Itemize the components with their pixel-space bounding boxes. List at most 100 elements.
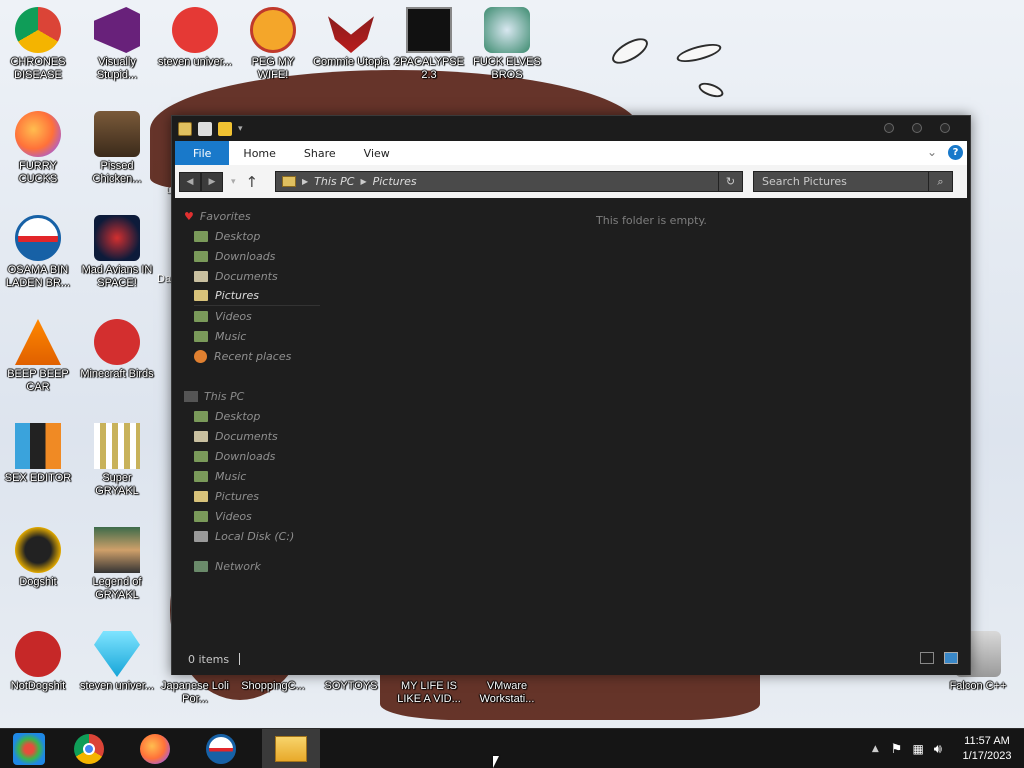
close-button[interactable] — [940, 123, 950, 133]
nav-item-desktop[interactable]: Desktop — [194, 406, 260, 426]
desktop-icon-label: ShoppingC... — [241, 680, 305, 692]
large-icons-view-icon[interactable] — [944, 652, 958, 664]
desktop-icon-item[interactable]: CHRONES DISEASE — [0, 6, 76, 82]
pictures-icon — [194, 490, 208, 502]
file-explorer-icon — [275, 736, 307, 762]
eagle-icon — [327, 6, 375, 54]
clock[interactable]: 11:57 AM 1/17/2023 — [950, 734, 1024, 764]
taskbar-firefox[interactable] — [126, 729, 184, 768]
clock-time: 11:57 AM — [964, 735, 1010, 747]
system-tray: ▲ ⚑ ▦ 🔊︎ 11:57 AM 1/17/2023 — [872, 729, 1024, 768]
desktop-icon-label: Pissed Chicken... — [92, 160, 142, 185]
forward-button[interactable]: ▶ — [201, 171, 223, 192]
nav-item-local-disk[interactable]: Local Disk (C:) — [194, 526, 294, 546]
desktop-icon-item[interactable]: Mad Avians IN SPACE! — [79, 214, 155, 290]
desktop-icon-item[interactable]: Legend of GRYAKL — [79, 526, 155, 602]
p-logo-icon — [249, 6, 297, 54]
minimize-button[interactable] — [884, 123, 894, 133]
nav-item-music[interactable]: Music — [194, 326, 246, 346]
desktop-icon-item[interactable]: Minecraft Birds — [79, 318, 155, 381]
desktop-icon-item[interactable]: Super GRYAKL — [79, 422, 155, 498]
customize-quick-access-icon[interactable]: ▾ — [238, 124, 243, 134]
desktop-icon-label: 2PACALYPSE 2.3 — [394, 56, 464, 81]
content-area: ♥ Favorites Desktop Downloads Documents … — [172, 200, 970, 643]
back-button[interactable]: ◀ — [179, 171, 201, 192]
desktop-icon-label: SEX EDITOR — [4, 472, 72, 484]
breadcrumb-this-pc[interactable]: This PC — [314, 175, 354, 188]
start-button[interactable] — [0, 729, 58, 768]
music-icon — [194, 470, 208, 482]
desktop-icon-item[interactable]: Dogshit — [0, 526, 76, 589]
tab-file[interactable]: File — [175, 141, 230, 165]
downloads-icon — [194, 450, 208, 462]
desktop-icon-item[interactable]: OSAMA BIN LADEN BR... — [0, 214, 76, 290]
desktop-icon-item[interactable]: steven univer... — [157, 6, 233, 69]
desktop-icon-label: FUCK ELVES BROS — [473, 56, 541, 81]
desktop-icon-item[interactable]: Visually Stupid... — [79, 6, 155, 82]
maximize-button[interactable] — [912, 123, 922, 133]
desktop-icon-label: steven univer... — [80, 680, 154, 692]
expand-ribbon-icon[interactable]: ⌄ — [927, 145, 937, 159]
refresh-icon[interactable]: ↻ — [718, 172, 742, 191]
downloads-icon — [194, 250, 208, 262]
nav-item-music[interactable]: Music — [194, 466, 246, 486]
chevron-right-icon[interactable]: ▶ — [360, 177, 366, 186]
nav-item-documents[interactable]: Documents — [194, 426, 278, 446]
desktop-icon-item[interactable]: FUCK ELVES BROS — [469, 6, 545, 82]
desktop-icon — [194, 410, 208, 422]
nav-network[interactable]: Network — [194, 556, 261, 576]
desktop-icon-item[interactable]: NotDogshit — [0, 630, 76, 693]
file-explorer-window[interactable]: ▾ File Home Share View ⌄ ? ◀ ▶ ▾ ↑ ▶ Thi… — [171, 115, 971, 675]
nav-item-pictures[interactable]: Pictures — [194, 286, 320, 306]
nav-item-videos[interactable]: Videos — [194, 506, 252, 526]
tab-share[interactable]: Share — [290, 141, 350, 165]
search-placeholder: Search Pictures — [762, 175, 847, 188]
taskbar-chrome[interactable] — [60, 729, 118, 768]
nav-this-pc[interactable]: This PC — [184, 386, 244, 406]
nav-item-videos[interactable]: Videos — [194, 306, 252, 326]
network-icon[interactable]: ▦ — [912, 742, 923, 756]
desktop-icon-item[interactable]: FURRY CUCKS — [0, 110, 76, 186]
partial-label: Da — [157, 273, 172, 285]
taskbar-file-explorer[interactable] — [262, 729, 320, 768]
nav-item-desktop[interactable]: Desktop — [194, 226, 260, 246]
tab-view[interactable]: View — [350, 141, 404, 165]
title-bar[interactable]: ▾ — [172, 116, 970, 141]
navigation-bar: ◀ ▶ ▾ ↑ ▶ This PC ▶ Pictures ↻ Search Pi… — [175, 165, 967, 198]
desktop-icon-item[interactable]: BEEP BEEP CAR — [0, 318, 76, 394]
volume-icon[interactable]: 🔊︎ — [934, 742, 942, 757]
desktop-icon-item[interactable]: steven univer... — [79, 630, 155, 693]
c-plus-plus-icon — [14, 526, 62, 574]
taskbar-obama-app[interactable] — [192, 729, 250, 768]
new-folder-icon[interactable] — [218, 121, 232, 136]
tab-home[interactable]: Home — [229, 141, 289, 165]
nav-item-recent-places[interactable]: Recent places — [194, 346, 291, 366]
up-arrow-icon[interactable]: ↑ — [246, 173, 259, 191]
action-center-flag-icon[interactable]: ⚑ — [891, 742, 903, 757]
search-input[interactable]: Search Pictures ⌕ — [753, 171, 953, 192]
properties-icon[interactable] — [198, 121, 212, 136]
nav-item-pictures[interactable]: Pictures — [194, 486, 259, 506]
desktop-icon-item[interactable]: 2PACALYPSE 2.3 — [391, 6, 467, 82]
desktop-icon-item[interactable]: PEG MY WIFE! — [235, 6, 311, 82]
address-bar[interactable]: ▶ This PC ▶ Pictures ↻ — [275, 171, 743, 192]
show-hidden-icons-icon[interactable]: ▲ — [872, 744, 879, 754]
recent-locations-icon[interactable]: ▾ — [231, 177, 236, 187]
help-icon[interactable]: ? — [948, 145, 963, 160]
nav-item-downloads[interactable]: Downloads — [194, 446, 275, 466]
search-icon[interactable]: ⌕ — [928, 172, 952, 191]
desktop-icon-item[interactable]: SEX EDITOR — [0, 422, 76, 485]
desktop-icon-item[interactable]: Pissed Chicken... — [79, 110, 155, 186]
pixel-hero-icon — [93, 526, 141, 574]
chevron-right-icon[interactable]: ▶ — [302, 177, 308, 186]
obama-logo-icon — [206, 734, 236, 764]
desktop-icon-item[interactable]: Commie Utopia — [313, 6, 389, 69]
details-view-icon[interactable] — [920, 652, 934, 664]
item-count: 0 items — [188, 652, 230, 666]
breadcrumb-pictures[interactable]: Pictures — [373, 175, 417, 188]
desktop-icon-label: SOYTOYS — [324, 680, 378, 692]
angry-birds-space-icon — [93, 214, 141, 262]
nav-item-documents[interactable]: Documents — [194, 266, 278, 286]
nav-favorites[interactable]: ♥ Favorites — [184, 206, 251, 226]
nav-item-downloads[interactable]: Downloads — [194, 246, 275, 266]
